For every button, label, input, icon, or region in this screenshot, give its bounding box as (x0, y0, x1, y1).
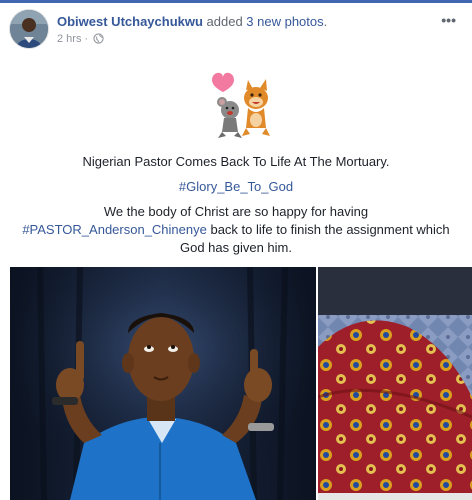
author-name-link[interactable]: Obiwest Utchaychukwu (57, 14, 203, 29)
globe-icon[interactable] (93, 33, 104, 47)
love-sticker (204, 62, 284, 142)
top-accent-bar (0, 0, 472, 3)
action-end: . (323, 14, 328, 29)
post-photo-main[interactable] (10, 267, 316, 500)
post-body-line: We the body of Christ are so happy for h… (103, 204, 369, 219)
photo-fabric-wrapped-figure (318, 267, 472, 500)
post-body-line-with-hashtag: #PASTOR_Anderson_Chinenye back to life t… (0, 222, 472, 237)
post-body-line: God has given him. (179, 240, 292, 255)
photos-count-link[interactable]: 3 new photos (246, 14, 323, 29)
hashtag-glory-link[interactable]: #Glory_Be_To_God (0, 179, 472, 194)
meta-separator: · (81, 33, 92, 45)
post-author-line: Obiwest Utchaychukwu added 3 new photos. (57, 14, 327, 29)
post-timestamp-link[interactable]: 2 hrs (57, 33, 81, 45)
post-body-text: back to life to finish the assignment wh… (206, 222, 450, 237)
photo-man-pointing-up (10, 267, 316, 500)
action-text: added (202, 14, 247, 29)
post-headline: Nigerian Pastor Comes Back To Life At Th… (82, 154, 390, 169)
post-header: Obiwest Utchaychukwu added 3 new photos.… (10, 10, 462, 50)
author-avatar[interactable] (10, 10, 48, 48)
post-photo-side[interactable] (318, 267, 472, 500)
more-options-icon[interactable]: ••• (441, 12, 456, 28)
hashtag-pastor-link[interactable]: #PASTOR_Anderson_Chinenye (22, 222, 207, 237)
avatar-image (10, 10, 48, 48)
post-meta: 2 hrs · (57, 33, 104, 47)
